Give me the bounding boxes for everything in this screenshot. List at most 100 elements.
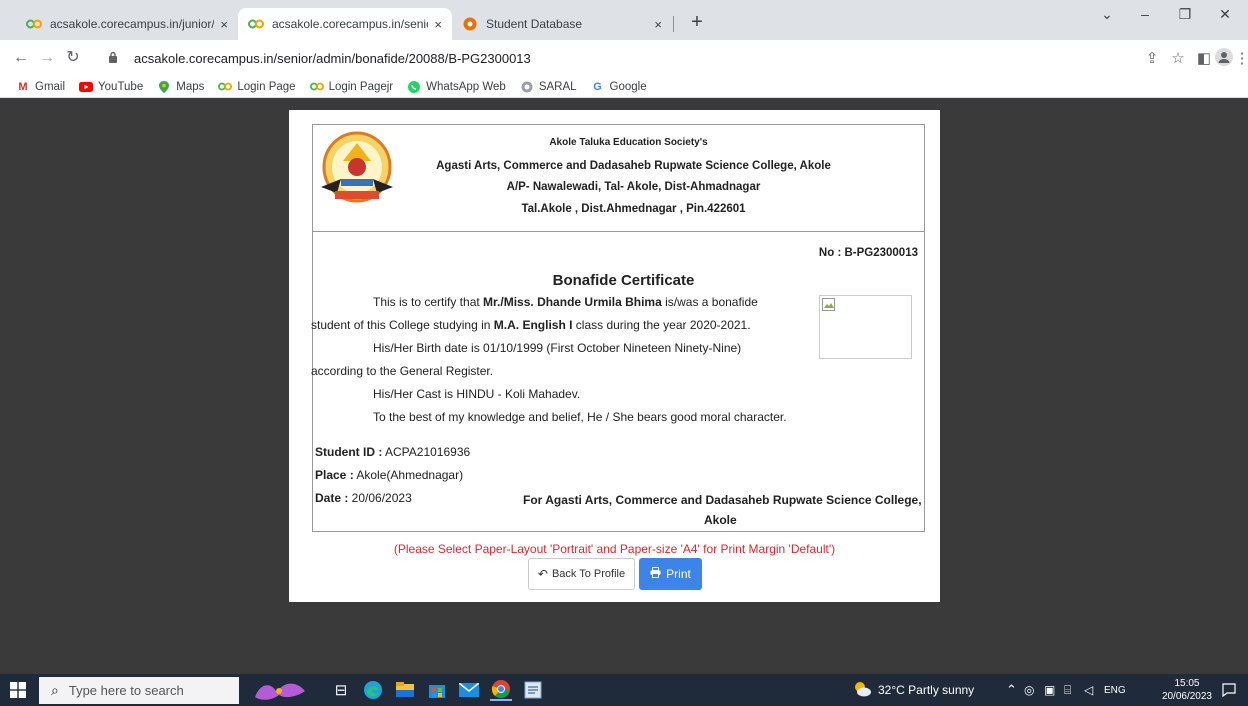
college-address: A/P- Nawalewadi, Tal- Akole, Dist-Ahmadn… [506, 181, 761, 193]
profile-avatar-icon[interactable] [1214, 48, 1234, 70]
student-id-value: ACPA21016936 [382, 445, 471, 459]
clock-date: 20/06/2023 [1161, 691, 1212, 702]
character-line: To the best of my knowledge and belief, … [373, 410, 787, 424]
broken-image-icon [822, 298, 835, 311]
minimize-icon[interactable]: – [1130, 6, 1160, 22]
side-panel-icon[interactable]: ◧ [1194, 49, 1214, 67]
place-label: Place : [315, 468, 354, 482]
bookmark-label: Login Pagejr [328, 80, 394, 93]
notepad-app-icon[interactable] [522, 679, 544, 701]
close-window-icon[interactable]: ✕ [1210, 6, 1240, 23]
meet-now-icon[interactable]: ◎ [1024, 674, 1034, 706]
college-name: Agasti Arts, Commerce and Dadasaheb Rupw… [436, 160, 831, 172]
date-line: Date : 20/06/2023 [315, 491, 412, 505]
youtube-icon [79, 81, 94, 93]
birth-date-line: His/Her Birth date is 01/10/1999 (First … [373, 341, 742, 355]
restore-icon[interactable]: ❐ [1170, 6, 1200, 23]
tab-search-icon[interactable]: ⌄ [1092, 6, 1122, 23]
share-icon[interactable]: ⇪ [1142, 49, 1162, 67]
clock-time: 15:05 [1174, 678, 1200, 689]
bookmark-google[interactable]: G Google [591, 80, 647, 93]
bookmark-star-icon[interactable]: ☆ [1168, 49, 1188, 67]
bookmark-maps[interactable]: Maps [157, 80, 205, 93]
tab-strip: acsakole.corecampus.in/junior/ac × acsak… [0, 0, 1248, 40]
network-icon[interactable]: ⌸ [1064, 674, 1071, 706]
weather-text: 32°C Partly sunny [878, 683, 975, 697]
tab-junior[interactable]: acsakole.corecampus.in/junior/ac × [16, 8, 238, 40]
bookmark-login-page[interactable]: Login Page [218, 80, 296, 93]
edge-browser-icon[interactable] [362, 679, 384, 701]
certify-line-1: This is to certify that Mr./Miss. Dhande… [373, 295, 758, 309]
chrome-icon[interactable] [490, 679, 512, 701]
close-tab-icon[interactable]: × [654, 17, 662, 32]
corecampus-icon [26, 16, 42, 32]
tray-chevron-icon[interactable]: ⌃ [1006, 674, 1017, 706]
file-explorer-icon[interactable] [394, 679, 416, 701]
back-to-profile-button[interactable]: ↶ Back To Profile [528, 558, 635, 590]
language-indicator[interactable]: ENG [1104, 674, 1126, 706]
butterfly-widget-icon[interactable] [250, 679, 310, 701]
back-button-label: Back To Profile [551, 568, 626, 580]
task-view-icon[interactable]: ⊟ [330, 679, 352, 701]
print-button[interactable]: Print [639, 558, 702, 590]
bookmarks-bar: M Gmail YouTube Maps Login Page Login Pag… [0, 76, 1248, 98]
bookmark-login-pagejr[interactable]: Login Pagejr [309, 80, 394, 93]
bookmark-label: Google [609, 80, 647, 93]
mail-icon[interactable] [458, 679, 480, 701]
whatsapp-icon [407, 80, 421, 93]
course-name: M.A. English I [493, 318, 573, 332]
store-icon[interactable] [426, 679, 448, 701]
tab-title: acsakole.corecampus.in/senior/ac [272, 17, 428, 31]
weather-widget[interactable]: 32°C Partly sunny [852, 674, 974, 706]
bookmark-youtube[interactable]: YouTube [79, 81, 143, 93]
reload-icon[interactable]: ↻ [62, 47, 84, 69]
student-name: Mr./Miss. Dhande Urmila Bhima [483, 295, 662, 309]
certificate-title: Bonafide Certificate [552, 272, 695, 289]
date-value: 20/06/2023 [348, 491, 412, 505]
windows-taskbar: ⌕ Type here to search ⊟ 32°C Partly sunn… [0, 674, 1248, 706]
tab-title: Student Database [486, 17, 583, 31]
partly-sunny-icon [852, 681, 872, 700]
bookmark-label: WhatsApp Web [426, 80, 506, 93]
printer-icon [650, 567, 661, 581]
page-viewport: Akole Taluka Education Society's Agasti … [0, 98, 1248, 674]
close-tab-icon[interactable]: × [434, 17, 442, 32]
maps-icon [157, 80, 171, 93]
print-button-label: Print [666, 567, 691, 581]
notification-center-icon[interactable] [1222, 674, 1236, 706]
student-id-label: Student ID : [315, 445, 383, 459]
bookmark-whatsapp[interactable]: WhatsApp Web [407, 80, 506, 93]
bookmark-gmail[interactable]: M Gmail [16, 81, 65, 93]
bookmark-saral[interactable]: SARAL [520, 81, 577, 93]
close-tab-icon[interactable]: × [220, 17, 228, 32]
bookmark-label: Login Page [237, 80, 296, 93]
tab-senior[interactable]: acsakole.corecampus.in/senior/ac × [238, 8, 452, 40]
text-segment: class during the year 2020-2021. [572, 318, 751, 332]
new-tab-button[interactable]: + [683, 8, 711, 36]
text-segment: is/was a bonafide [661, 295, 758, 309]
tab-divider [673, 16, 674, 32]
database-icon [462, 16, 478, 32]
search-placeholder: Type here to search [68, 683, 184, 698]
notification-app-icon[interactable]: ▣ [1044, 674, 1055, 706]
certificate-sheet: Akole Taluka Education Society's Agasti … [289, 110, 940, 602]
reply-arrow-icon: ↶ [537, 567, 548, 581]
gmail-icon: M [18, 80, 28, 93]
back-arrow-icon[interactable]: ← [10, 47, 32, 69]
forward-arrow-icon[interactable]: → [36, 47, 58, 69]
tab-student-database[interactable]: Student Database × [452, 8, 672, 40]
print-instruction: (Please Select Paper-Layout 'Portrait' a… [393, 542, 836, 556]
certify-line-2: student of this College studying in M.A.… [311, 318, 751, 332]
signatory-line-2: Akole [704, 513, 737, 527]
windows-start-icon[interactable] [10, 682, 26, 698]
address-bar[interactable]: acsakole.corecampus.in/senior/admin/bona… [108, 45, 1140, 71]
taskbar-search-box[interactable]: ⌕ Type here to search [39, 677, 239, 704]
menu-kebab-icon[interactable]: ⋮ [1232, 49, 1248, 67]
bookmark-label: SARAL [538, 80, 577, 93]
bookmark-label: Maps [176, 80, 205, 93]
volume-muted-icon[interactable]: ◁ [1084, 674, 1093, 706]
taskbar-clock[interactable]: 15:05 20/06/2023 [1162, 677, 1212, 703]
student-id-line: Student ID : ACPA21016936 [315, 445, 470, 459]
college-pin: Tal.Akole , Dist.Ahmednagar , Pin.422601 [521, 203, 746, 215]
register-line: according to the General Register. [311, 364, 494, 378]
